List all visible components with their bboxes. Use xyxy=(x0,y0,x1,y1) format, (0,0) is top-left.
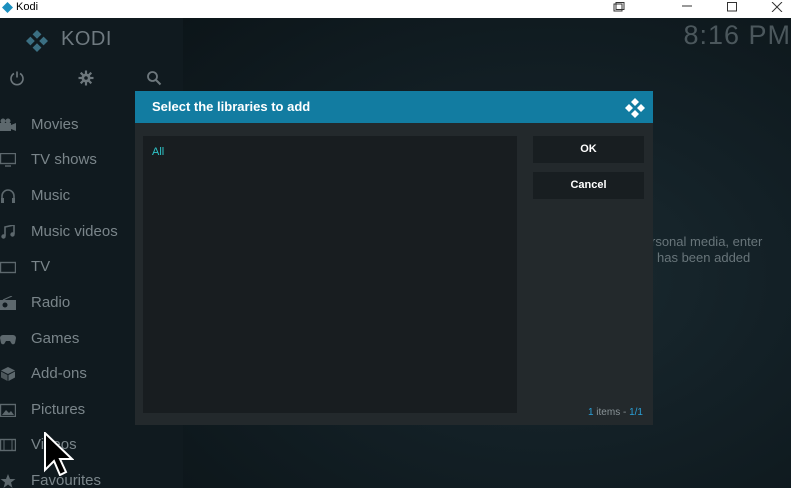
mouse-cursor-icon xyxy=(44,432,74,476)
sidebar-item-videos[interactable]: Videos xyxy=(0,431,183,461)
sidebar-item-label: Music videos xyxy=(31,223,118,240)
music-note-icon xyxy=(1,225,15,239)
clock: 8:16 PM xyxy=(683,20,791,50)
box-icon xyxy=(1,367,15,381)
library-list: All xyxy=(143,136,517,413)
sidebar-item-label: Movies xyxy=(31,116,79,133)
window-titlebar: Kodi xyxy=(0,0,791,18)
sidebar-item-label: TV shows xyxy=(31,151,97,168)
cancel-button[interactable]: Cancel xyxy=(533,172,644,199)
minimize-icon xyxy=(682,5,692,7)
maximize-button[interactable] xyxy=(718,0,746,18)
kodi-app-icon xyxy=(2,2,13,13)
background-text-line1: rsonal media, enter xyxy=(651,234,763,249)
radio-icon xyxy=(0,296,16,310)
maximize-icon xyxy=(727,2,737,12)
monitor-icon xyxy=(0,153,16,167)
kodi-main: 8:16 PM rsonal media, enter has been add… xyxy=(0,18,791,488)
dialog-title: Select the libraries to add xyxy=(152,99,311,114)
select-libraries-dialog: Select the libraries to add All OK Cance… xyxy=(135,91,653,425)
sidebar-item-label: Add-ons xyxy=(31,365,87,382)
items-count-page: 1/1 xyxy=(629,407,643,418)
search-icon[interactable] xyxy=(146,70,162,86)
sidebar-item-label: Music xyxy=(31,187,71,204)
film-icon xyxy=(0,438,16,452)
background-text-line2: has been added xyxy=(657,250,751,265)
headphones-icon xyxy=(1,189,15,203)
sidebar-item-favourites[interactable]: Favourites xyxy=(0,467,183,488)
kodi-logo-icon xyxy=(625,98,645,118)
close-icon xyxy=(771,2,783,12)
window-title: Kodi xyxy=(16,1,39,13)
tv-icon xyxy=(0,261,16,274)
sidebar-item-label: TV xyxy=(31,258,51,275)
movie-camera-icon xyxy=(0,118,16,131)
minimize-button[interactable] xyxy=(673,0,701,18)
kodi-logo-icon xyxy=(26,30,48,52)
star-icon xyxy=(0,474,16,488)
list-item[interactable]: All xyxy=(152,146,164,158)
tab-icon xyxy=(613,2,625,12)
sidebar-item-label: Games xyxy=(31,330,80,347)
power-icon[interactable] xyxy=(9,70,25,86)
picture-icon xyxy=(0,403,16,417)
sidebar-item-label: Radio xyxy=(31,294,71,311)
settings-icon[interactable] xyxy=(78,70,94,86)
items-count-label: items - xyxy=(593,407,630,418)
restore-tab-button[interactable] xyxy=(605,0,633,18)
kodi-logo-text: KODI xyxy=(61,28,112,50)
dialog-header: Select the libraries to add xyxy=(135,91,653,123)
ok-button[interactable]: OK xyxy=(533,136,644,163)
gamepad-icon xyxy=(0,335,16,345)
close-button[interactable] xyxy=(763,0,791,18)
sidebar-item-label: Pictures xyxy=(31,401,86,418)
items-count: 1 items - 1/1 xyxy=(588,407,643,418)
